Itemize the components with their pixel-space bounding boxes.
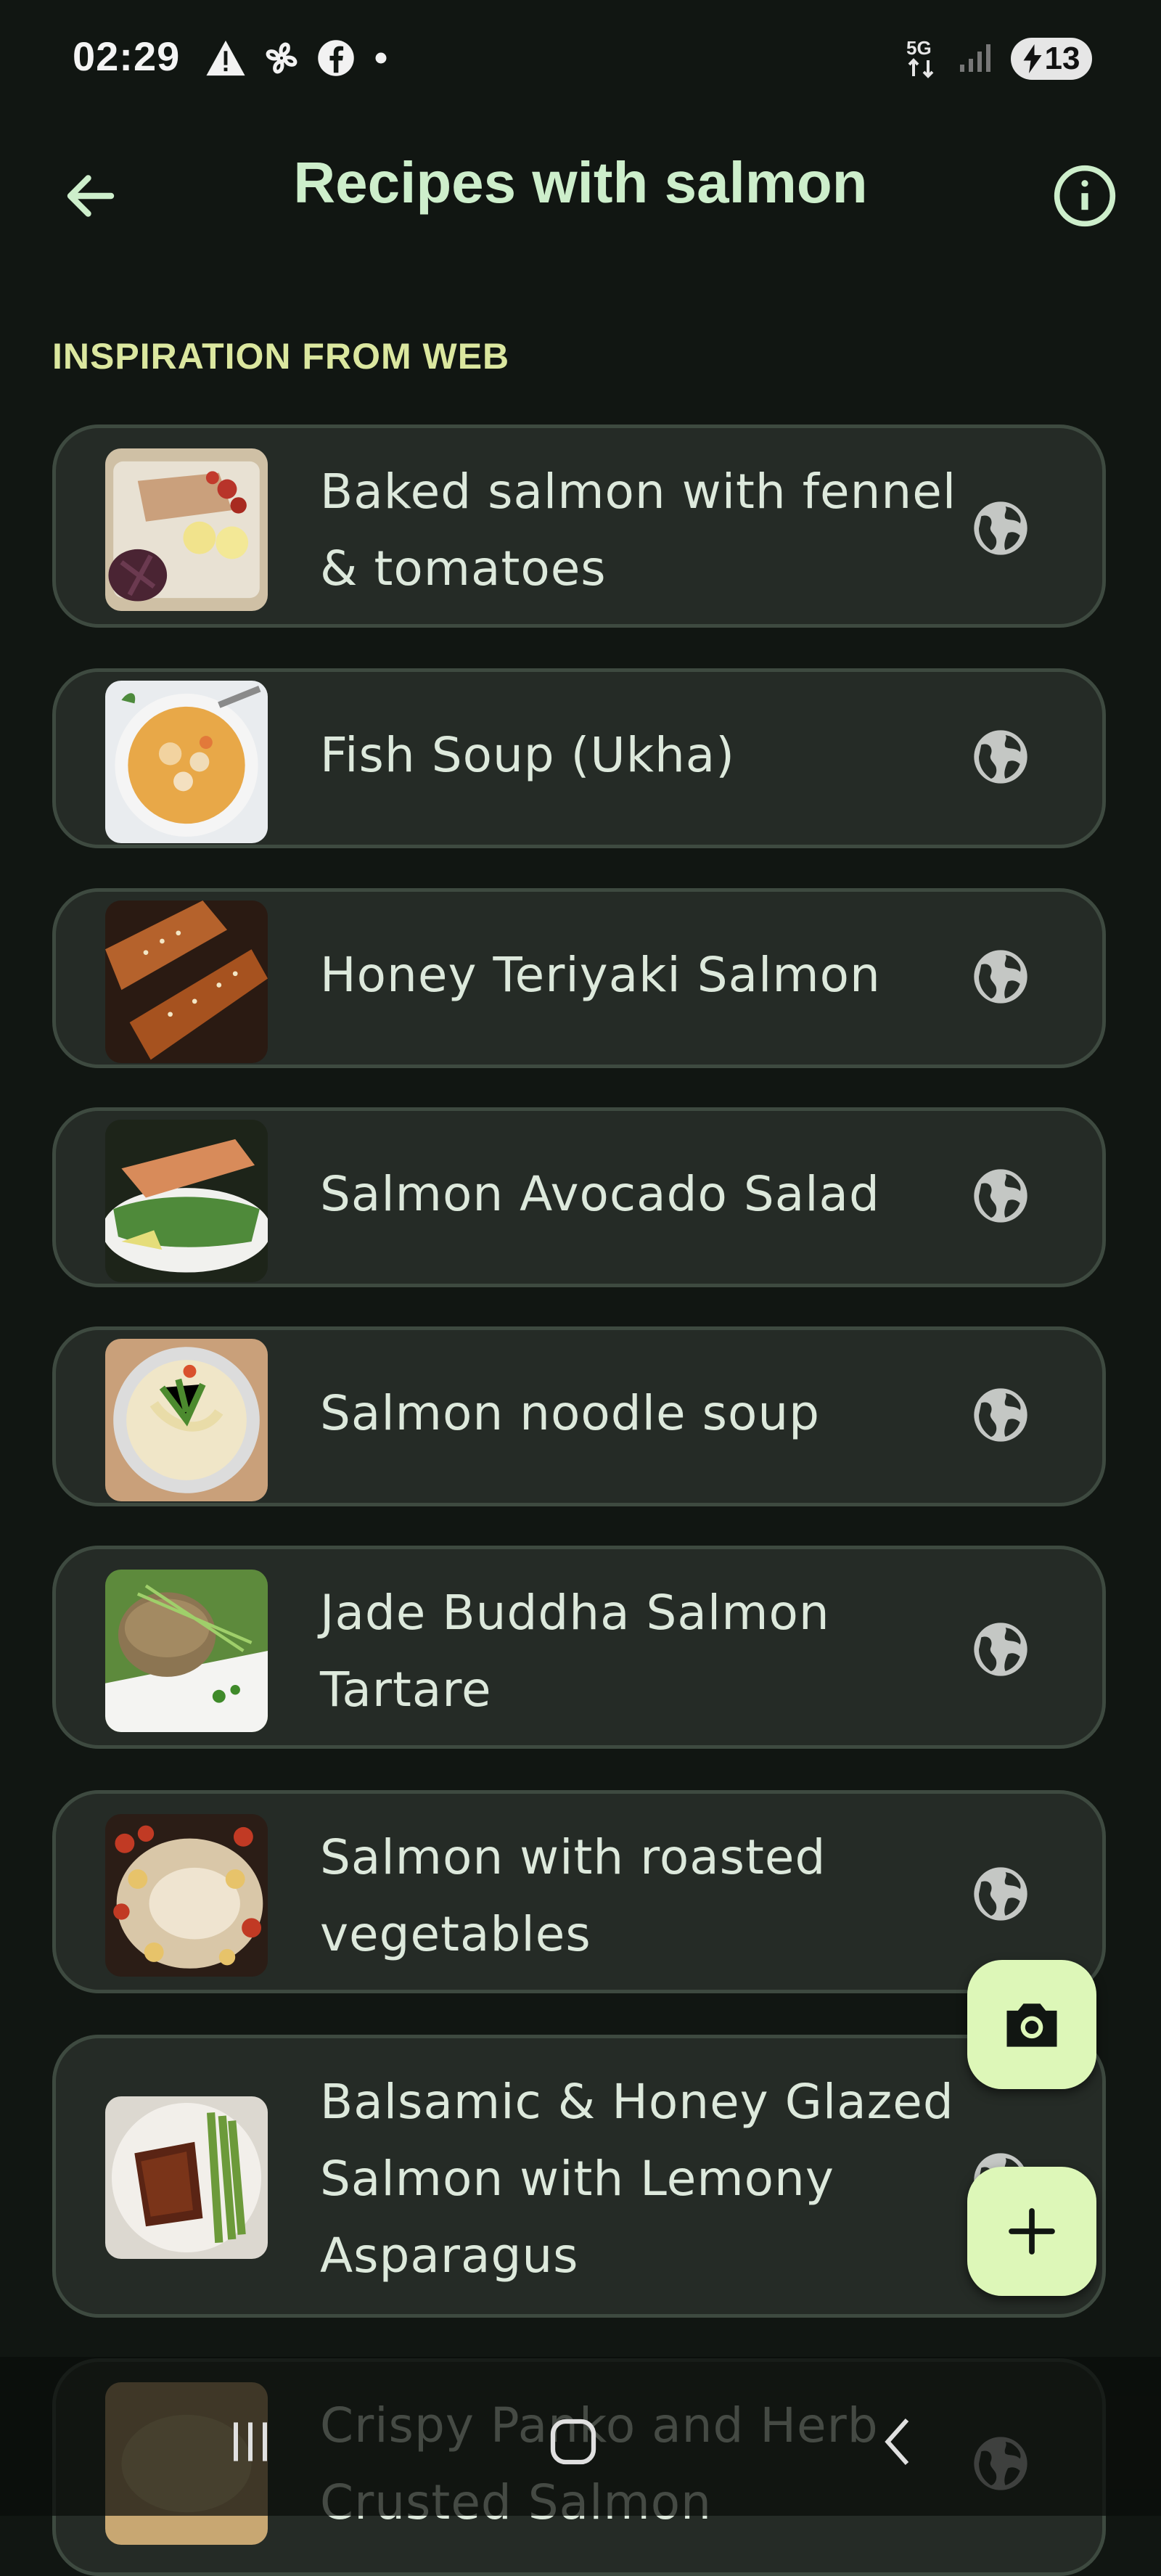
globe-icon (974, 1867, 1027, 1921)
status-time: 02:29 (73, 33, 181, 79)
add-button[interactable] (967, 2167, 1096, 2296)
recipe-title: Salmon noodle soup (320, 1385, 821, 1441)
globe-icon (974, 1388, 1027, 1442)
page-title: Recipes with salmon (293, 150, 868, 215)
recipe-thumbnail (105, 448, 268, 611)
battery-charging-icon: 13 (1011, 38, 1092, 80)
dot-icon (370, 47, 392, 72)
recipe-title: Balsamic & Honey Glazed Salmon with Lemo… (320, 2074, 954, 2284)
globe-icon (974, 950, 1027, 1004)
recipe-card[interactable]: Fish Soup (Ukha) (52, 668, 1106, 848)
recipe-thumbnail (105, 1120, 268, 1282)
app-bar: Recipes with salmon (0, 123, 1161, 254)
home-button[interactable] (530, 2402, 617, 2482)
battery-level: 13 (1044, 41, 1080, 76)
info-button[interactable] (1045, 156, 1125, 236)
globe-icon (974, 730, 1027, 784)
recipe-title: Salmon Avocado Salad (320, 1166, 880, 1222)
recipe-thumbnail (105, 1570, 268, 1732)
recipe-card[interactable]: Honey Teriyaki Salmon (52, 888, 1106, 1068)
warning-icon (205, 38, 247, 81)
recipe-thumbnail (105, 2096, 268, 2259)
recipe-card[interactable]: Baked salmon with fennel & tomatoes (52, 424, 1106, 628)
5g-icon: 5G (906, 36, 938, 82)
facebook-icon (316, 38, 356, 81)
section-header: INSPIRATION FROM WEB (52, 336, 510, 377)
nav-back-button[interactable] (856, 2402, 943, 2482)
recipe-thumbnail (105, 901, 268, 1063)
recents-button[interactable] (207, 2402, 294, 2482)
recipe-title: Jade Buddha Salmon Tartare (320, 1585, 830, 1718)
recipe-card[interactable]: Jade Buddha Salmon Tartare (52, 1546, 1106, 1749)
recipe-card[interactable]: Salmon with roasted vegetables (52, 1790, 1106, 1993)
recipe-thumbnail (105, 1814, 268, 1977)
home-icon (550, 2419, 596, 2465)
signal-icon (957, 40, 992, 78)
info-icon (1054, 165, 1116, 227)
recipe-thumbnail (105, 1339, 268, 1501)
globe-icon (974, 501, 1027, 555)
recipe-title: Salmon with roasted vegetables (320, 1829, 826, 1962)
globe-icon (974, 1169, 1027, 1223)
camera-button[interactable] (967, 1960, 1096, 2089)
recipe-title: Fish Soup (Ukha) (320, 727, 735, 783)
camera-icon (1006, 2003, 1057, 2047)
recipe-card[interactable]: Salmon noodle soup (52, 1326, 1106, 1506)
system-navigation-bar (0, 2373, 1161, 2496)
svg-text:5G: 5G (906, 37, 932, 59)
recipe-card[interactable]: Salmon Avocado Salad (52, 1107, 1106, 1287)
recipe-thumbnail (105, 681, 268, 843)
fan-icon (261, 38, 302, 81)
chevron-left-icon (885, 2419, 909, 2465)
recipe-title: Baked salmon with fennel & tomatoes (320, 464, 957, 596)
plus-icon (1009, 2208, 1055, 2255)
recipe-card[interactable]: Balsamic & Honey Glazed Salmon with Lemo… (52, 2035, 1106, 2318)
recipe-title: Honey Teriyaki Salmon (320, 947, 881, 1003)
status-bar: 02:29 5G 13 (0, 0, 1161, 123)
globe-icon (974, 1623, 1027, 1676)
recents-icon (234, 2422, 267, 2461)
